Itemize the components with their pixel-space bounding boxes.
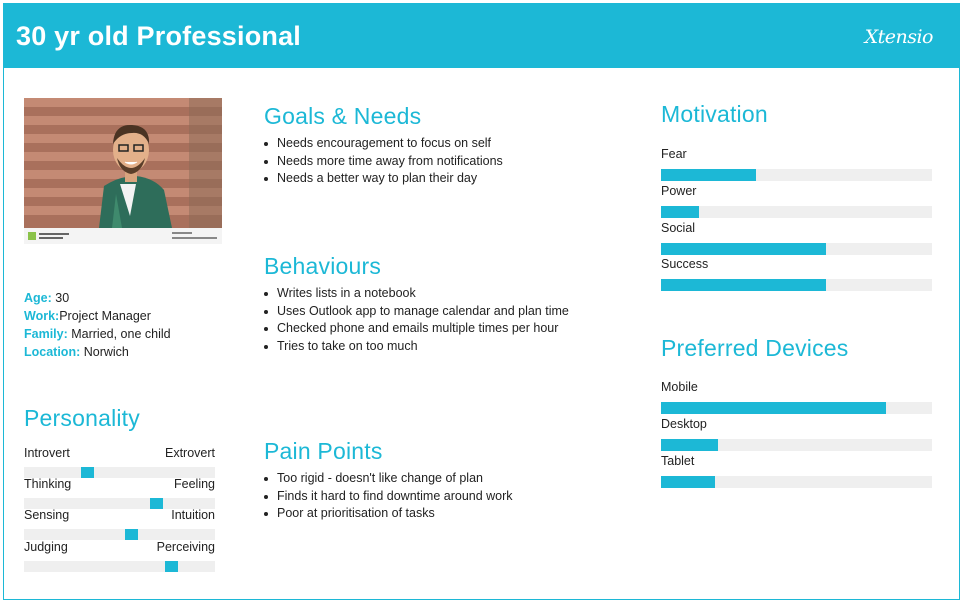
personality-scale: Thinking Feeling	[24, 477, 215, 509]
personality-title: Personality	[24, 405, 140, 431]
list-item: Writes lists in a notebook	[264, 285, 569, 303]
goals-title: Goals & Needs	[264, 103, 422, 129]
bar-fill	[661, 206, 699, 218]
list-item: Needs encouragement to focus on self	[264, 135, 503, 153]
personality-scale: Judging Perceiving	[24, 540, 215, 572]
motivation-title: Motivation	[661, 101, 768, 127]
list-item: Checked phone and emails multiple times …	[264, 320, 569, 338]
demo-location: Location: Norwich	[24, 345, 129, 359]
bar-fill	[661, 439, 718, 451]
demo-age: Age: 30	[24, 291, 70, 305]
persona-title: 30 yr old Professional	[16, 21, 301, 51]
bar-track	[661, 169, 932, 181]
behaviours-list: Writes lists in a notebook Uses Outlook …	[264, 285, 569, 355]
list-item: Uses Outlook app to manage calendar and …	[264, 303, 569, 321]
bar-fill	[661, 279, 827, 291]
devices-title: Preferred Devices	[661, 335, 849, 361]
bar-track	[661, 402, 932, 414]
personality-marker	[124, 529, 138, 540]
demo-family: Family: Married, one child	[24, 327, 171, 341]
demographics: Age: 30 Work:Project Manager Family: Mar…	[24, 289, 171, 361]
bar-track	[661, 243, 932, 255]
person-photo-icon	[24, 98, 222, 244]
demo-work: Work:Project Manager	[24, 309, 151, 323]
personality-scale: Sensing Intuition	[24, 508, 215, 540]
bar-track	[661, 279, 932, 291]
motivation-bar: Power	[661, 184, 932, 218]
list-item: Poor at prioritisation of tasks	[264, 505, 513, 523]
bar-track	[661, 476, 932, 488]
list-item: Tries to take on too much	[264, 338, 569, 356]
bar-fill	[661, 402, 886, 414]
motivation-bar: Social	[661, 221, 932, 255]
persona-card: 30 yr old Professional Xtensio Age: 30 W…	[3, 3, 960, 600]
personality-track	[24, 561, 215, 572]
bar-fill	[661, 476, 716, 488]
device-bar: Desktop	[661, 417, 932, 451]
personality-scale: Introvert Extrovert	[24, 446, 215, 478]
device-bar: Tablet	[661, 454, 932, 488]
personality-marker	[165, 561, 179, 572]
bar-track	[661, 206, 932, 218]
list-item: Needs a better way to plan their day	[264, 170, 503, 188]
pain-points-list: Too rigid - doesn't like change of plan …	[264, 470, 513, 523]
behaviours-title: Behaviours	[264, 253, 382, 279]
xtensio-logo: Xtensio	[864, 26, 934, 48]
bar-track	[661, 439, 932, 451]
motivation-bar: Fear	[661, 147, 932, 181]
bar-fill	[661, 243, 827, 255]
list-item: Too rigid - doesn't like change of plan	[264, 470, 513, 488]
device-bar: Mobile	[661, 380, 932, 414]
pain-points-title: Pain Points	[264, 438, 383, 464]
header-bar: 30 yr old Professional Xtensio	[4, 4, 959, 68]
goals-list: Needs encouragement to focus on self Nee…	[264, 135, 503, 188]
persona-photo	[24, 98, 222, 244]
list-item: Finds it hard to find downtime around wo…	[264, 488, 513, 506]
bar-fill	[661, 169, 756, 181]
personality-track	[24, 529, 215, 540]
list-item: Needs more time away from notifications	[264, 153, 503, 171]
motivation-bar: Success	[661, 257, 932, 291]
